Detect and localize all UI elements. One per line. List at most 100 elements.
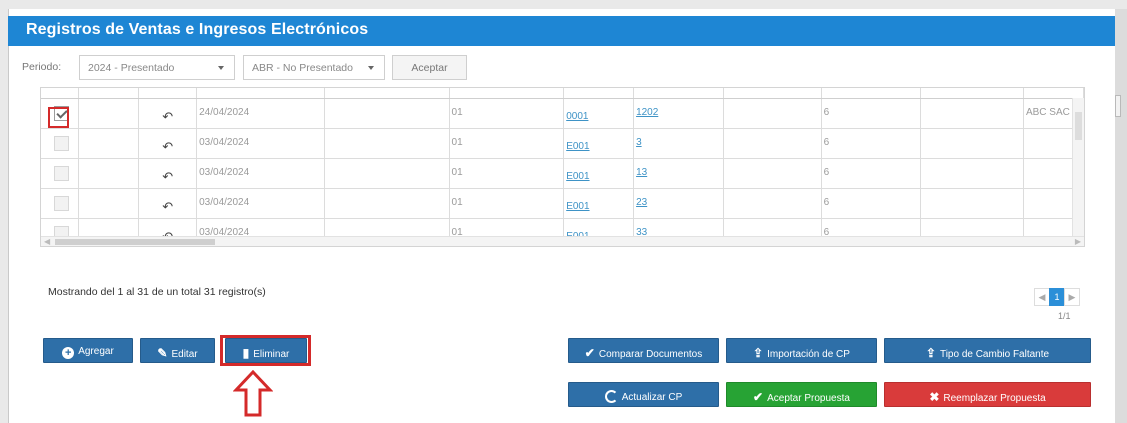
reemplazar-propuesta-label: Reemplazar Propuesta [943,393,1046,404]
serie-link[interactable]: E001 [563,128,635,159]
numero-link[interactable]: 13 [633,158,724,189]
header-cell [41,88,80,99]
records-summary: Mostrando del 1 al 31 de un total 31 reg… [48,286,266,298]
scroll-left-icon[interactable]: ◀ [44,237,50,246]
empty-cell [920,128,1024,159]
empty-cell [723,158,822,189]
agregar-button[interactable]: + Agregar [43,338,133,363]
scroll-right-icon[interactable]: ▶ [1075,237,1081,246]
importacion-cp-button[interactable]: ⇪ Importación de CP [726,338,877,363]
header-cell [324,88,450,99]
tipo-cell: 01 [449,188,565,219]
page-title: Registros de Ventas e Ingresos Electróni… [26,21,369,38]
numero-link[interactable]: 1202 [633,98,724,129]
importacion-label: Importación de CP [767,349,850,360]
undo-cell: ↶ [138,158,198,189]
comparar-label: Comparar Documentos [598,349,703,360]
empty-cell [324,128,450,159]
undo-icon[interactable]: ↶ [162,139,173,155]
tipo-cell: 01 [449,158,565,189]
numero-link[interactable]: 3 [633,128,724,159]
period-select[interactable]: 2024 - Presentado [79,55,235,80]
empty-cell [324,188,450,219]
editar-button[interactable]: ✎ Editar [140,338,215,363]
undo-icon[interactable]: ↶ [162,109,173,125]
next-page-icon[interactable]: ▶ [1064,288,1080,306]
tipo-cambio-faltante-button[interactable]: ⇪ Tipo de Cambio Faltante [884,338,1091,363]
serie-link[interactable]: 0001 [563,98,635,129]
eliminar-highlight [220,335,311,366]
horizontal-scroll-thumb[interactable] [55,239,215,245]
plus-circle-icon: + [62,347,75,359]
doc-cell: 6 [821,158,922,189]
pagination: ◀ 1 ▶ [1034,287,1080,307]
empty-cell [920,188,1024,219]
refresh-icon [604,390,618,403]
aceptar-propuesta-button[interactable]: ✔ Aceptar Propuesta [726,382,877,407]
table-row[interactable]: ↶ 24/04/2024 01 0001 1202 6 ABC SAC [41,98,1084,129]
horizontal-scrollbar[interactable]: ◀ ▶ [41,236,1084,246]
aceptar-propuesta-label: Aceptar Propuesta [767,393,850,404]
header-cell [449,88,565,99]
table-row[interactable]: ↶ 03/04/2024 01 E001 3 6 [41,128,1084,159]
actualizar-cp-button[interactable]: Actualizar CP [568,382,719,407]
undo-cell: ↶ [138,128,198,159]
reemplazar-propuesta-button[interactable]: ✖ Reemplazar Propuesta [884,382,1091,407]
header-cell [138,88,198,99]
month-select[interactable]: ABR - No Presentado [243,55,385,80]
records-table: ↶ 24/04/2024 01 0001 1202 6 ABC SAC ↶ 03/04/2024… [40,87,1085,247]
fecha-cell: 03/04/2024 [196,128,325,159]
tipo-cambio-label: Tipo de Cambio Faltante [939,349,1050,360]
chevron-down-icon [368,66,374,70]
periodo-label: Periodo: [22,61,62,73]
records-grid: ↶ 24/04/2024 01 0001 1202 6 ABC SAC ↶ 03/04/2024… [41,88,1084,246]
up-arrow-icon [233,370,273,417]
checkbox-cell [41,188,80,219]
page-1-button[interactable]: 1 [1049,288,1065,306]
serie-link[interactable]: E001 [563,188,635,219]
empty-cell [78,128,140,159]
empty-cell [723,98,822,129]
header-cell [196,88,325,99]
fecha-cell: 24/04/2024 [196,98,325,129]
table-row[interactable]: ↶ 03/04/2024 01 E001 13 6 [41,158,1084,189]
vertical-scrollbar[interactable] [1072,98,1084,236]
doc-cell: 6 [821,188,922,219]
right-scroll-strip [1115,9,1127,423]
empty-cell [78,98,140,129]
tipo-cell: 01 [449,128,565,159]
row-checkbox[interactable] [54,165,69,181]
row-checkbox[interactable] [54,195,69,211]
pencil-icon: ✎ [157,346,168,360]
check-icon: ✔ [753,390,764,404]
empty-cell [920,98,1024,129]
numero-link[interactable]: 23 [633,188,724,219]
tipo-cell: 01 [449,98,565,129]
vertical-scroll-thumb[interactable] [1075,112,1082,140]
empty-cell [324,158,450,189]
undo-icon[interactable]: ↶ [162,169,173,185]
chevron-down-icon [218,66,224,70]
fecha-cell: 03/04/2024 [196,158,325,189]
month-select-value: ABR - No Presentado [252,62,353,74]
x-icon: ✖ [929,390,940,404]
fecha-cell: 03/04/2024 [196,188,325,219]
row-checkbox[interactable] [54,135,69,151]
undo-icon[interactable]: ↶ [162,199,173,215]
header-cell [920,88,1024,99]
empty-cell [723,128,822,159]
header-cell [633,88,724,99]
page-count: 1/1 [1058,311,1071,321]
empty-cell [78,158,140,189]
aceptar-button[interactable]: Aceptar [392,55,467,80]
undo-cell: ↶ [138,98,198,129]
prev-page-icon[interactable]: ◀ [1034,288,1050,306]
check-icon: ✔ [584,346,595,360]
serie-link[interactable]: E001 [563,158,635,189]
empty-cell [78,188,140,219]
upload-icon: ⇪ [925,346,936,360]
table-header-row [41,88,1084,99]
agregar-label: Agregar [78,346,114,357]
table-row[interactable]: ↶ 03/04/2024 01 E001 23 6 [41,188,1084,219]
comparar-documentos-button[interactable]: ✔ Comparar Documentos [568,338,719,363]
